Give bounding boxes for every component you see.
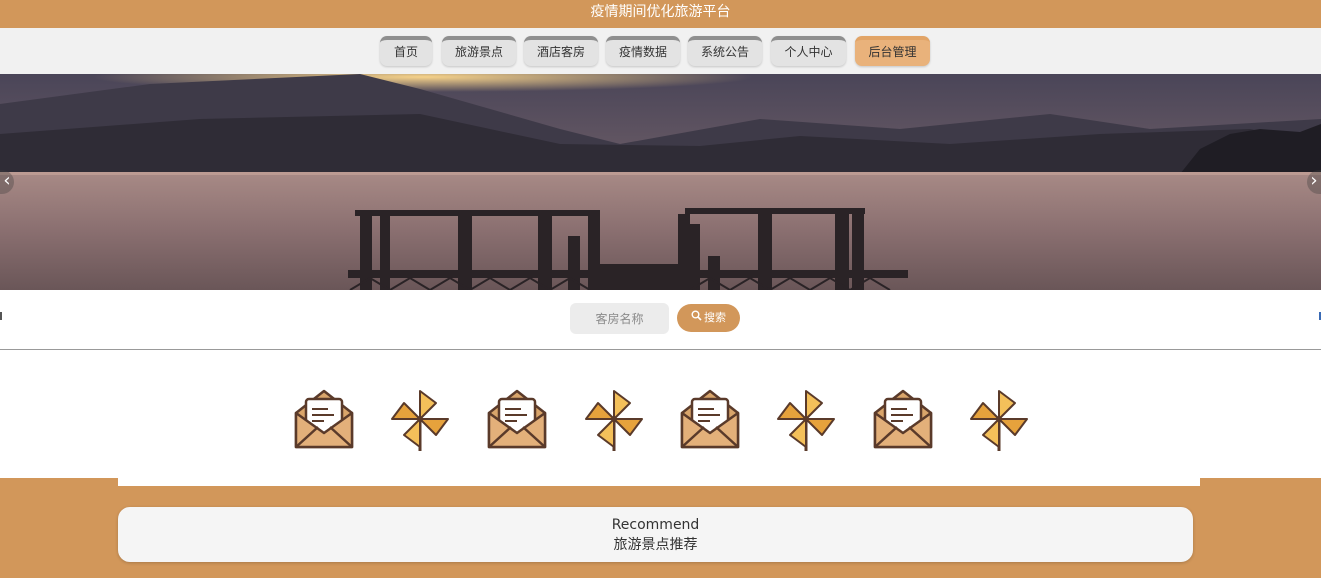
pinwheel-icon[interactable] (776, 385, 840, 455)
nav-attractions[interactable]: 旅游景点 (442, 36, 516, 66)
recommend-title-en: Recommend (611, 517, 700, 533)
nav-admin[interactable]: 后台管理 (855, 36, 930, 66)
site-title: 疫情期间优化旅游平台 (590, 4, 731, 20)
banner-carousel[interactable] (0, 74, 1321, 290)
nav-announcements[interactable]: 系统公告 (688, 36, 762, 66)
pinwheel-icon[interactable] (584, 385, 648, 455)
envelope-icon[interactable] (678, 385, 742, 455)
content-strip (118, 478, 1200, 486)
main-nav: 首页 旅游景点 酒店客房 疫情数据 系统公告 个人中心 后台管理 (0, 28, 1321, 74)
envelope-icon[interactable] (292, 385, 356, 455)
search-button[interactable]: 搜索 (677, 304, 740, 332)
site-title-bar: 疫情期间优化旅游平台 (0, 0, 1321, 28)
category-icon-row (0, 385, 1321, 457)
envelope-icon[interactable] (485, 385, 549, 455)
envelope-icon[interactable] (871, 385, 935, 455)
search-button-label: 搜索 (704, 311, 726, 324)
banner-lake-image (0, 74, 1321, 290)
section-divider (0, 349, 1321, 350)
search-icon (691, 304, 702, 332)
recommend-section-header: Recommend 旅游景点推荐 (118, 507, 1193, 562)
pinwheel-icon[interactable] (390, 385, 454, 455)
nav-hotel-rooms[interactable]: 酒店客房 (524, 36, 598, 66)
room-name-search-input[interactable] (570, 303, 669, 334)
recommend-title-cn: 旅游景点推荐 (613, 537, 698, 553)
pinwheel-icon[interactable] (969, 385, 1033, 455)
nav-epidemic-data[interactable]: 疫情数据 (606, 36, 680, 66)
edge-marker-left (0, 312, 2, 320)
nav-home[interactable]: 首页 (380, 36, 432, 66)
nav-personal-center[interactable]: 个人中心 (771, 36, 846, 66)
